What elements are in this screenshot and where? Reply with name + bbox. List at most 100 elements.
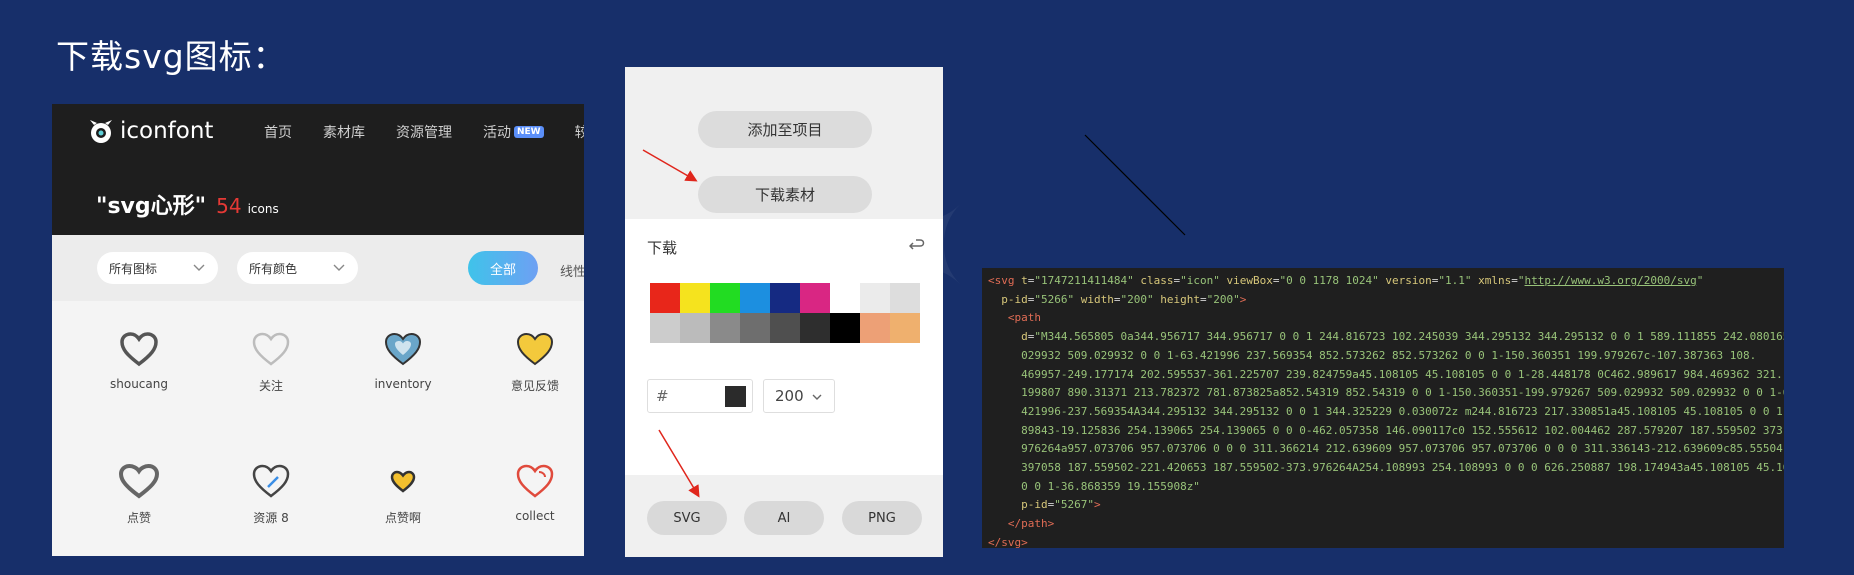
heart-outline-dark-icon <box>120 332 158 367</box>
t-attr: t <box>1021 274 1028 287</box>
heart-edit-icon <box>252 464 290 498</box>
d-value-line: 397058 187.559502-221.420653 187.559502-… <box>1021 461 1784 475</box>
icon-card[interactable]: 关注 <box>206 331 336 394</box>
slide-title: 下载svg图标： <box>56 37 287 76</box>
code-line: d="M344.565805 0a344.956717 344.956717 0… <box>988 328 1784 347</box>
code-line: </path> <box>988 515 1778 534</box>
icon-card[interactable]: 点赞 <box>74 463 204 526</box>
class-value: "icon" <box>1180 274 1220 287</box>
iconfont-logo[interactable]: iconfont <box>86 116 213 146</box>
iconfont-logo-icon <box>90 120 112 143</box>
code-line: 421996-237.569354A344.295132 344.295132 … <box>988 403 1784 422</box>
icon-label: 关注 <box>258 379 283 393</box>
icon-type-dropdown[interactable]: 所有图标 <box>97 252 218 284</box>
logo-text: iconfont <box>120 118 214 144</box>
icon-label: shoucang <box>110 377 168 391</box>
height-attr: height <box>1160 292 1200 306</box>
code-line: <path <box>1007 311 1042 325</box>
icon-card[interactable]: inventory <box>338 331 468 391</box>
nav-library[interactable]: 素材库 <box>323 122 365 142</box>
icon-label: 意见反馈 <box>510 379 559 393</box>
icon-card[interactable]: shoucang <box>74 331 204 391</box>
svg-code-block: <svg t="1747211411484" class="icon" view… <box>982 268 1784 548</box>
pid-attr: p-id <box>1001 292 1028 306</box>
path-pid-value: "5267" <box>1054 498 1094 512</box>
icon-label: 点赞 <box>126 511 151 525</box>
icon-label: collect <box>515 509 555 523</box>
heart-yellow-icon <box>516 332 554 366</box>
search-result-title: "svg心形" 54 icons <box>96 188 279 220</box>
xmlns-link[interactable]: http://www.w3.org/2000/svg <box>1525 274 1697 287</box>
d-value-line: 0 0 1-36.868359 19.155908z" <box>1021 479 1200 493</box>
d-value-line: 029932 509.029932 0 0 1-63.421996 237.56… <box>1021 348 1757 362</box>
width-attr: width <box>1080 292 1114 306</box>
top-nav: 首页 素材库 资源管理 活动 NEW 较 <box>264 122 584 142</box>
decorative-line <box>1084 134 1186 236</box>
d-value-line: 199807 890.31371 213.782372 781.873825a8… <box>1021 386 1784 400</box>
d-value-line: 976264a957.073706 957.073706 0 0 0 311.3… <box>1021 442 1784 456</box>
nav-activity[interactable]: 活动 NEW <box>483 122 544 142</box>
width-value: "200" <box>1120 292 1154 306</box>
heart-small-yellow-icon <box>390 470 416 493</box>
icon-color-label: 所有颜色 <box>249 261 298 276</box>
icon-card[interactable]: 意见反馈 <box>470 331 584 394</box>
code-line: 199807 890.31371 213.782372 781.873825a8… <box>988 384 1784 403</box>
t-value: "1747211411484" <box>1034 274 1134 287</box>
icon-card[interactable]: 资源 8 <box>206 463 336 526</box>
icon-card[interactable]: 点赞啊 <box>338 463 468 526</box>
filter-linear-tab[interactable]: 线性 <box>560 261 584 280</box>
code-line: 397058 187.559502-221.420653 187.559502-… <box>988 459 1784 478</box>
d-value-line: 469957-249.177174 202.595537-361.225707 … <box>1021 367 1783 381</box>
chevron-down-icon <box>193 264 205 271</box>
result-unit: icons <box>247 202 279 216</box>
code-line: 0 0 1-36.868359 19.155908z" <box>988 478 1778 497</box>
icon-card[interactable]: collect <box>470 463 584 523</box>
nav-resource-management[interactable]: 资源管理 <box>396 122 452 142</box>
svg-tag: svg <box>994 274 1015 287</box>
version-value: "1.1" <box>1438 274 1472 287</box>
nav-more[interactable]: 较 <box>575 122 584 142</box>
d-attr: d <box>1021 330 1028 344</box>
nav-activity-label: 活动 <box>483 125 511 141</box>
path-close-tag: </path> <box>1007 517 1055 531</box>
d-value-line: "M344.565805 0a344.956717 344.956717 0 0… <box>1034 330 1784 344</box>
xmlns-attr: xmlns <box>1478 274 1512 287</box>
nav-home[interactable]: 首页 <box>264 122 292 142</box>
code-line: 976264a957.073706 957.073706 0 0 0 311.3… <box>988 440 1784 459</box>
code-line: 029932 509.029932 0 0 1-63.421996 237.56… <box>988 347 1778 366</box>
result-count: 54 <box>216 194 242 218</box>
heart-outline-light-icon <box>252 332 290 366</box>
heart-red-outline-icon <box>516 464 554 498</box>
icon-color-dropdown[interactable]: 所有颜色 <box>237 252 358 284</box>
pid-value: "5266" <box>1034 292 1075 306</box>
chevron-down-icon <box>333 264 345 271</box>
heart-outline-gray-icon <box>118 463 160 499</box>
search-query: "svg心形" <box>96 194 207 219</box>
svg-close-tag: </svg> <box>988 535 1028 548</box>
path-tag: path <box>1014 311 1042 325</box>
code-line: 89843-19.125836 254.139065 254.139065 0 … <box>988 422 1784 441</box>
code-line: p-id="5267"> <box>1021 498 1101 512</box>
viewbox-value: "0 0 1178 1024" <box>1279 274 1379 287</box>
icon-label: 点赞啊 <box>384 511 421 525</box>
icon-label: inventory <box>374 377 432 391</box>
class-attr: class <box>1140 274 1174 287</box>
download-dialog: 添加至项目 下载素材 下载 # 200 SVG AI PNG <box>625 67 943 557</box>
d-value-line: 421996-237.569354A344.295132 344.295132 … <box>1021 404 1784 418</box>
icon-label: 资源 8 <box>253 511 289 525</box>
code-line: p-id="5266" width="200" height="200"> <box>1001 292 1247 306</box>
arrow-to-svg-button <box>658 429 700 498</box>
annotation-arrows <box>642 149 700 498</box>
code-line: <svg t="1747211411484" class="icon" view… <box>988 274 1704 287</box>
version-attr: version <box>1385 274 1432 287</box>
height-value: "200" <box>1206 292 1240 306</box>
viewbox-attr: viewBox <box>1226 274 1273 287</box>
code-line: 469957-249.177174 202.595537-361.225707 … <box>988 366 1783 385</box>
arrow-to-download-asset <box>642 149 698 182</box>
heart-blue-icon <box>384 332 422 366</box>
icon-grid: shoucang 关注 inventory 意见反馈 点赞 资源 8 点赞啊 c… <box>52 301 584 556</box>
icon-type-label: 所有图标 <box>109 261 158 276</box>
filter-all-button[interactable]: 全部 <box>468 251 538 285</box>
iconfont-header: iconfont 首页 素材库 资源管理 活动 NEW 较 "svg心形" 54… <box>52 104 584 235</box>
iconfont-screenshot: iconfont 首页 素材库 资源管理 活动 NEW 较 "svg心形" 54… <box>52 104 584 556</box>
